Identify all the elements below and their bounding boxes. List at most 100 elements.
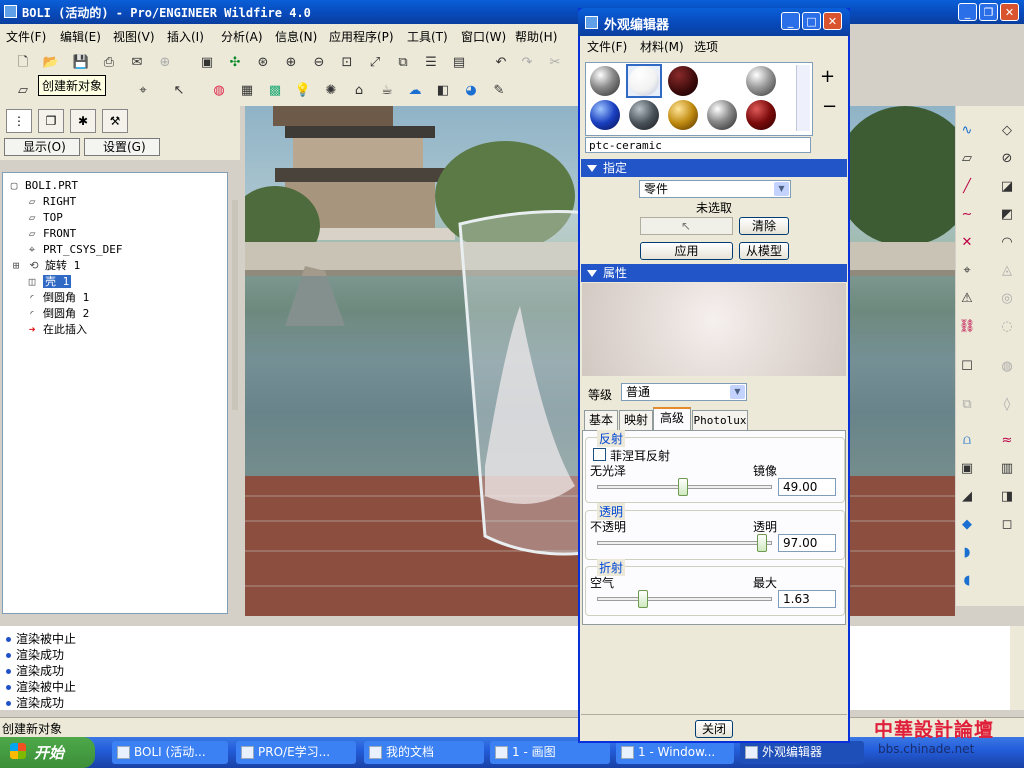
material-swatch[interactable] [590, 66, 620, 96]
task-window[interactable]: 1 - Window... [616, 741, 734, 764]
room-icon[interactable]: ⌂ [350, 82, 368, 100]
quality-select[interactable]: 普通 ▼ [621, 383, 747, 401]
dialog-menu-options[interactable]: 选项 [694, 38, 718, 55]
transparency-value-field[interactable]: 97.00 [778, 534, 836, 552]
assign-scope-select[interactable]: 零件 ▼ [639, 180, 791, 198]
folder-browser-tab[interactable]: ❐ [38, 109, 64, 133]
tab-photolux[interactable]: Photolux [692, 410, 748, 430]
rib-icon[interactable]: ◍ [998, 358, 1016, 376]
material-name-field[interactable]: ptc-ceramic [585, 137, 811, 153]
material-swatch[interactable] [707, 66, 737, 96]
csys-tool-icon[interactable]: ⌖ [958, 262, 976, 280]
saved-views-icon[interactable]: ⧉ [394, 54, 412, 72]
expand-icon[interactable]: ⊞ [9, 260, 23, 272]
hole-icon[interactable]: ◎ [998, 290, 1016, 308]
connections-tab[interactable]: ⚒ [102, 109, 128, 133]
tree-item-round-1[interactable]: ◜ 倒圆角 1 [25, 290, 90, 306]
material-swatch[interactable] [746, 100, 776, 130]
render-setup-icon[interactable]: ✺ [322, 82, 340, 100]
draft-icon[interactable]: ◊ [998, 396, 1016, 414]
dialog-close-button[interactable]: ✕ [823, 12, 842, 30]
render-region-icon[interactable]: ◕ [462, 82, 480, 100]
dialog-maximize-button[interactable]: □ [802, 12, 821, 30]
refraction-value-field[interactable]: 1.63 [778, 590, 836, 608]
model-tree-tab[interactable]: ⋮ [6, 109, 32, 133]
reflection-slider-thumb[interactable] [678, 478, 688, 496]
datum-plane-tool-icon[interactable]: ◇ [998, 122, 1016, 140]
material-swatch[interactable] [590, 100, 620, 130]
orient-mode-icon[interactable]: ⊛ [254, 54, 272, 72]
tree-item-csys[interactable]: ⌖ PRT_CSYS_DEF [25, 242, 123, 258]
material-swatch[interactable] [707, 100, 737, 130]
task-paint[interactable]: 1 - 画图 [490, 741, 610, 764]
dialog-menu-material[interactable]: 材料(M) [640, 38, 684, 55]
tree-item-revolve[interactable]: ⊞ ⟲ 旋转 1 [9, 258, 81, 274]
sketch-icon[interactable]: ∿ [958, 122, 976, 140]
menu-info[interactable]: 信息(N) [275, 28, 317, 45]
cut-icon[interactable]: ✂ [546, 54, 564, 72]
menu-view[interactable]: 视图(V) [113, 28, 155, 45]
favorites-tab[interactable]: ✱ [70, 109, 96, 133]
transparency-slider-thumb[interactable] [757, 534, 767, 552]
apply-button[interactable]: 应用 [640, 242, 733, 260]
menu-file[interactable]: 文件(F) [6, 28, 46, 45]
analysis-feature-icon[interactable]: ⚠ [958, 290, 976, 308]
clear-button[interactable]: 清除 [739, 217, 789, 235]
thicken-icon[interactable]: ▥ [998, 460, 1016, 478]
tree-item-round-2[interactable]: ◜ 倒圆角 2 [25, 306, 90, 322]
show-dropdown[interactable]: 显示(O) [4, 138, 80, 156]
scene-icon[interactable]: ▩ [266, 82, 284, 100]
assign-section-header[interactable]: 指定 [581, 159, 847, 177]
add-material-button[interactable]: + [820, 66, 835, 87]
extrude-icon[interactable]: ◪ [998, 178, 1016, 196]
chamfer-icon[interactable]: ◗ [958, 544, 976, 562]
menu-analysis[interactable]: 分析(A) [221, 28, 263, 45]
round-tool-icon[interactable]: ◢ [958, 488, 976, 506]
save-icon[interactable]: 💾 [72, 54, 90, 72]
redo-icon[interactable]: ↷ [518, 54, 536, 72]
remove-material-button[interactable]: − [822, 96, 837, 117]
render-tools-icon[interactable]: ✎ [490, 82, 508, 100]
csys-display-icon[interactable]: ⌖ [134, 82, 152, 100]
menu-tools[interactable]: 工具(T) [407, 28, 448, 45]
sweep-icon[interactable]: ◠ [998, 234, 1016, 252]
tree-item-shell[interactable]: ◫ 壳 1 [25, 274, 72, 290]
dialog-close-text-button[interactable]: 关闭 [695, 720, 733, 738]
material-swatch[interactable] [668, 100, 698, 130]
annotation-icon[interactable]: ☐ [958, 358, 976, 376]
material-swatch[interactable] [668, 66, 698, 96]
task-my-documents[interactable]: 我的文档 [364, 741, 484, 764]
menu-edit[interactable]: 编辑(E) [60, 28, 101, 45]
print-icon[interactable]: ⎙ [100, 54, 118, 72]
maximize-button[interactable]: ❐ [979, 3, 998, 21]
material-swatch-selected[interactable] [629, 66, 659, 96]
menu-help[interactable]: 帮助(H) [515, 28, 557, 45]
refraction-slider-thumb[interactable] [638, 590, 648, 608]
material-swatch[interactable] [629, 100, 659, 130]
plane-tool-icon[interactable]: ▱ [958, 150, 976, 168]
offset-icon[interactable]: ▣ [958, 460, 976, 478]
task-appearance-editor[interactable]: 外观编辑器 [740, 741, 864, 764]
menu-window[interactable]: 窗口(W) [461, 28, 506, 45]
tab-basic[interactable]: 基本 [584, 410, 618, 430]
tab-advanced[interactable]: 高级 [653, 407, 691, 431]
palette-scrollbar[interactable] [796, 65, 810, 131]
selector-button[interactable]: ↖ [640, 217, 733, 235]
shell-tool-icon[interactable]: ◌ [998, 318, 1016, 336]
minimize-button[interactable]: _ [958, 3, 977, 21]
repaint-icon[interactable]: ▣ [198, 54, 216, 72]
material-swatch[interactable] [746, 66, 776, 96]
send-icon[interactable]: ⊕ [156, 54, 174, 72]
chain-icon[interactable]: ⛓ [958, 318, 976, 336]
merge-icon[interactable]: ◨ [998, 488, 1016, 506]
task-proe-main[interactable]: BOLI (活动... [112, 741, 228, 764]
tree-item-top[interactable]: ▱ TOP [25, 210, 63, 226]
sash-divider[interactable] [232, 200, 238, 410]
dialog-minimize-button[interactable]: _ [781, 12, 800, 30]
zoom-out-icon[interactable]: ⊖ [310, 54, 328, 72]
context-help-icon[interactable]: ↖ [170, 82, 188, 100]
close-button[interactable]: ✕ [1000, 3, 1019, 21]
task-proe-learning[interactable]: PRO/E学习... [236, 741, 356, 764]
revolve-tool-icon[interactable]: ◩ [998, 206, 1016, 224]
open-folder-icon[interactable]: 📂 [42, 54, 60, 72]
